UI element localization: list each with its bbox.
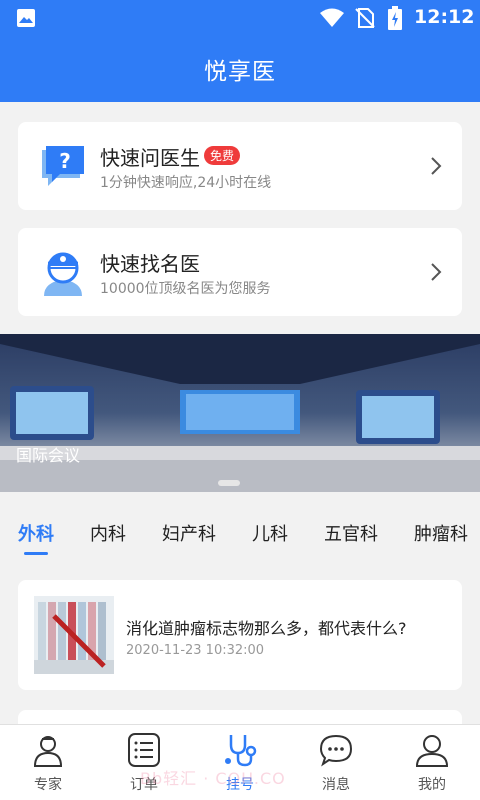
no-sim-icon bbox=[355, 8, 375, 28]
nav-label: 专家 bbox=[34, 777, 62, 793]
tab-surgery[interactable]: 外科 bbox=[18, 520, 54, 546]
nav-experts[interactable]: 专家 bbox=[0, 725, 96, 800]
tab-ent[interactable]: 五官科 bbox=[324, 520, 378, 546]
banner-caption: 国际会议 bbox=[16, 446, 81, 465]
tab-internal-medicine[interactable]: 内科 bbox=[90, 520, 126, 546]
active-tab-indicator bbox=[24, 552, 48, 555]
card-title: 快速找名医 bbox=[100, 252, 200, 276]
status-bar: 12:12 bbox=[0, 0, 480, 36]
app-header: 12:12 悦享医 bbox=[0, 0, 480, 102]
stethoscope-icon bbox=[225, 735, 257, 767]
conference-banner[interactable]: 国际会议 bbox=[0, 334, 480, 492]
tab-obstetrics[interactable]: 妇产科 bbox=[162, 520, 216, 546]
page-title: 悦享医 bbox=[204, 59, 276, 85]
order-list-icon bbox=[128, 733, 160, 767]
article-card[interactable]: 消化道肿瘤标志物那么多，都代表什么? 2020-11-23 10:32:00 bbox=[18, 580, 462, 690]
battery-charging-icon bbox=[388, 6, 402, 30]
card-title: 快速问医生 bbox=[100, 146, 200, 170]
free-badge: 免费 bbox=[204, 146, 241, 165]
tab-pediatrics[interactable]: 儿科 bbox=[252, 520, 288, 546]
tab-oncology[interactable]: 肿瘤科 bbox=[414, 520, 468, 546]
conference-photo bbox=[0, 334, 480, 492]
quick-ask-doctor-card[interactable]: ? 快速问医生 免费 1分钟快速响应,24小时在线 bbox=[18, 122, 462, 210]
article-time: 2020-11-23 10:32:00 bbox=[126, 643, 265, 658]
wifi-icon bbox=[320, 8, 344, 27]
nav-label: 我的 bbox=[418, 777, 446, 793]
doctor-icon bbox=[33, 736, 63, 767]
nav-profile[interactable]: 我的 bbox=[384, 725, 480, 800]
chevron-right-icon bbox=[431, 263, 442, 281]
article-title: 消化道肿瘤标志物那么多，都代表什么? bbox=[126, 619, 407, 638]
question-chat-icon: ? bbox=[42, 146, 84, 186]
find-famous-doctor-card[interactable]: 快速找名医 10000位顶级名医为您服务 bbox=[18, 228, 462, 316]
user-icon bbox=[415, 735, 449, 767]
article-thumbnail bbox=[34, 596, 114, 674]
carousel-indicator bbox=[218, 480, 240, 486]
watermark: Bb轻汇 · CQH.CO bbox=[140, 769, 286, 788]
svg-text:?: ? bbox=[59, 149, 71, 173]
card-description: 1分钟快速响应,24小时在线 bbox=[100, 175, 272, 191]
gallery-icon bbox=[17, 9, 35, 27]
card-description: 10000位顶级名医为您服务 bbox=[100, 281, 271, 297]
department-tabs: 外科 内科 妇产科 儿科 五官科 肿瘤科 bbox=[0, 508, 480, 556]
message-icon bbox=[319, 734, 353, 767]
chevron-right-icon bbox=[431, 157, 442, 175]
nav-label: 消息 bbox=[322, 777, 350, 793]
bottom-nav: 专家 订单 挂号 消息 我的 Bb轻汇 · CQH.CO bbox=[0, 724, 480, 800]
doctor-avatar-icon bbox=[44, 252, 82, 296]
nav-messages[interactable]: 消息 bbox=[288, 725, 384, 800]
status-time: 12:12 bbox=[414, 6, 475, 28]
